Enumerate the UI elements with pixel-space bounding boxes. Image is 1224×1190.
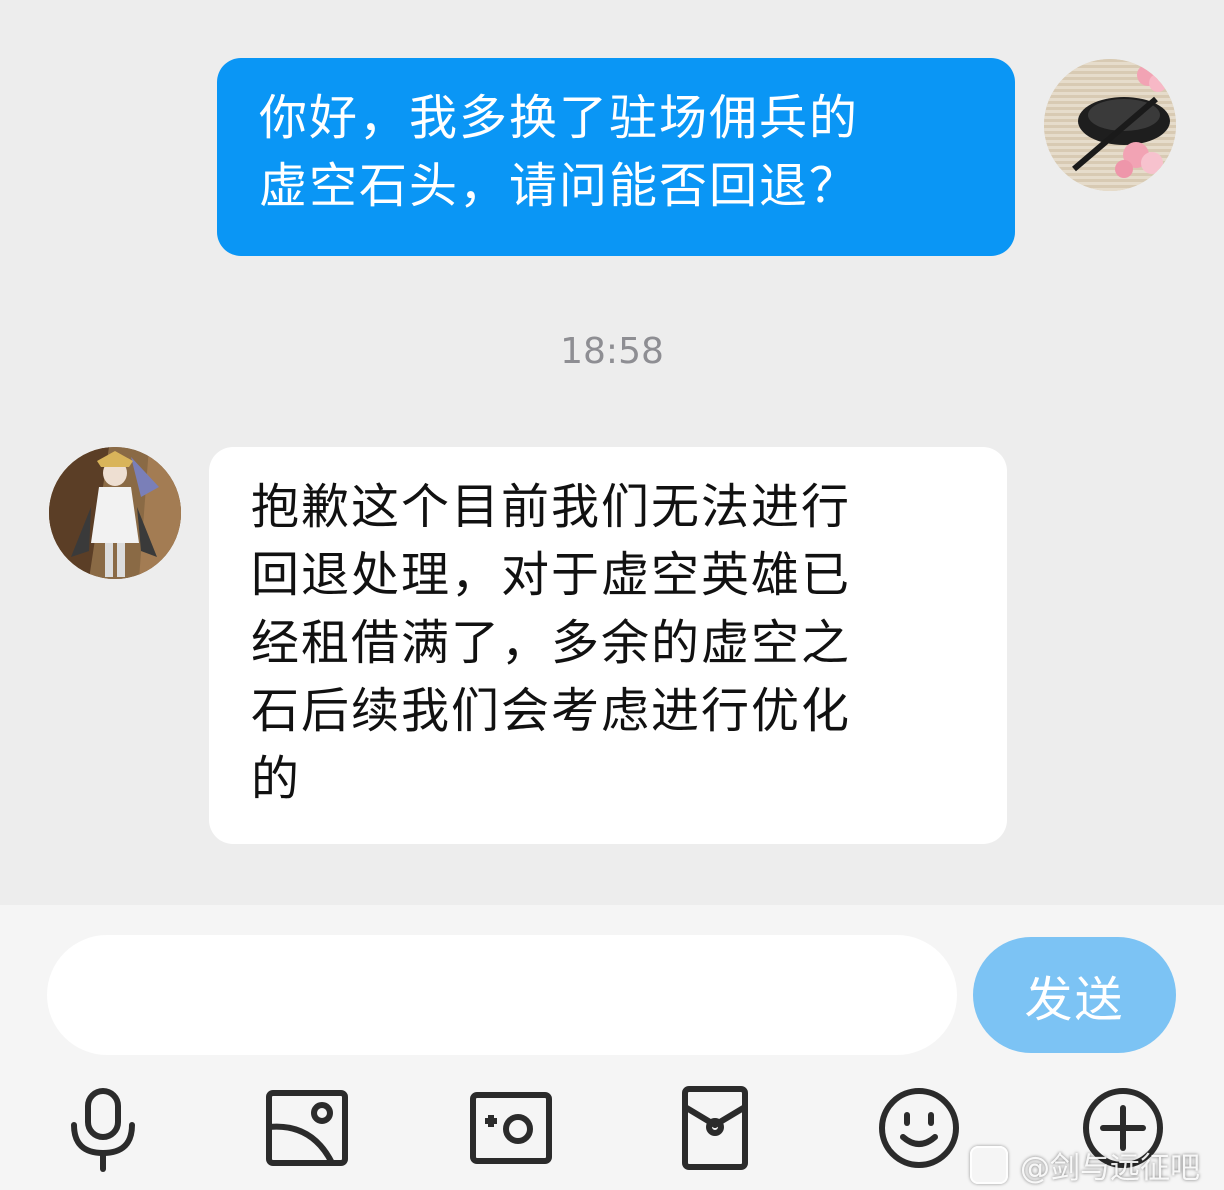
agent-avatar[interactable] — [49, 447, 181, 579]
input-bar: 发送 @剑与远征吧 — [0, 905, 1224, 1190]
message-timestamp: 18:58 — [560, 331, 664, 372]
watermark-text: @剑与远征吧 — [1020, 1151, 1200, 1186]
watermark: @剑与远征吧 — [970, 1143, 1200, 1187]
emoji-icon[interactable] — [874, 1083, 964, 1173]
outgoing-message-bubble[interactable]: 你好，我多换了驻场佣兵的 虚空石头，请问能否回退？ — [217, 58, 1015, 256]
user-avatar[interactable] — [1044, 59, 1176, 191]
microphone-icon[interactable] — [58, 1083, 148, 1173]
tieba-logo-icon — [970, 1146, 1008, 1184]
red-packet-icon[interactable] — [670, 1083, 760, 1173]
camera-icon[interactable] — [466, 1083, 556, 1173]
chat-area: 你好，我多换了驻场佣兵的 虚空石头，请问能否回退？ 18:58 抱歉这个目前我们… — [0, 0, 1224, 905]
message-input[interactable] — [47, 935, 957, 1055]
send-button[interactable]: 发送 — [973, 937, 1176, 1053]
incoming-message-bubble[interactable]: 抱歉这个目前我们无法进行 回退处理，对于虚空英雄已 经租借满了，多余的虚空之 石… — [209, 447, 1007, 844]
image-icon[interactable] — [262, 1083, 352, 1173]
